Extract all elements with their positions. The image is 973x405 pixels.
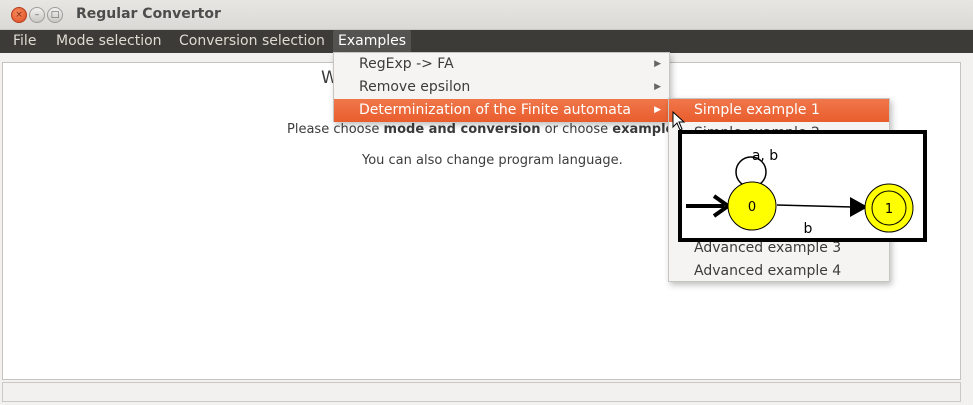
instruction-prefix: Please choose <box>287 122 384 137</box>
language-hint-text: You can also change program language. <box>362 153 623 168</box>
menu-item-regexp-fa[interactable]: RegExp -> FA ▶ <box>334 53 669 76</box>
instruction-bold-mode: mode and conversion <box>383 122 541 137</box>
menu-item-label: Determinization of the Finite automata <box>359 102 631 118</box>
menu-item-label: Remove epsilon <box>359 79 471 95</box>
submenu-item-simple-1[interactable]: Simple example 1 <box>669 99 889 122</box>
menu-item-remove-epsilon[interactable]: Remove epsilon ▶ <box>334 76 669 99</box>
automaton-preview: 0 1 a, b b <box>678 130 927 242</box>
maximize-window-button[interactable]: □ <box>47 7 63 23</box>
loop-label: a, b <box>752 148 778 164</box>
edge-label: b <box>804 221 813 237</box>
close-window-button[interactable]: × <box>11 7 27 23</box>
transition-edge <box>776 204 853 208</box>
status-bar <box>2 382 961 402</box>
menu-item-determinization[interactable]: Determinization of the Finite automata ▶ <box>334 99 669 122</box>
menu-mode-selection[interactable]: Mode selection <box>51 30 167 53</box>
instruction-text: Please choose mode and conversion or cho… <box>287 122 674 137</box>
instruction-bold-example: example <box>612 122 675 137</box>
menu-examples[interactable]: Examples <box>333 30 412 53</box>
menu-file[interactable]: File <box>8 30 41 53</box>
menu-bar: File Mode selection Conversion selection… <box>0 30 973 53</box>
scrollbar[interactable] <box>962 62 971 380</box>
state-1-label: 1 <box>885 202 893 217</box>
submenu-arrow-icon: ▶ <box>654 82 661 92</box>
menu-item-label: RegExp -> FA <box>359 56 454 72</box>
menu-conversion-selection[interactable]: Conversion selection <box>174 30 330 53</box>
instruction-mid: or choose <box>540 122 613 137</box>
mouse-pointer-icon <box>672 111 686 131</box>
window-title: Regular Convertor <box>76 6 221 22</box>
submenu-item-advanced-4[interactable]: Advanced example 4 <box>669 260 889 283</box>
minimize-window-button[interactable]: – <box>29 7 45 23</box>
submenu-arrow-icon: ▶ <box>654 59 661 69</box>
title-bar: × – □ Regular Convertor <box>0 0 973 30</box>
submenu-arrow-icon: ▶ <box>654 105 661 115</box>
automaton-diagram: 0 1 a, b b <box>686 148 914 237</box>
state-0-label: 0 <box>748 200 756 215</box>
examples-dropdown: RegExp -> FA ▶ Remove epsilon ▶ Determin… <box>333 52 670 122</box>
